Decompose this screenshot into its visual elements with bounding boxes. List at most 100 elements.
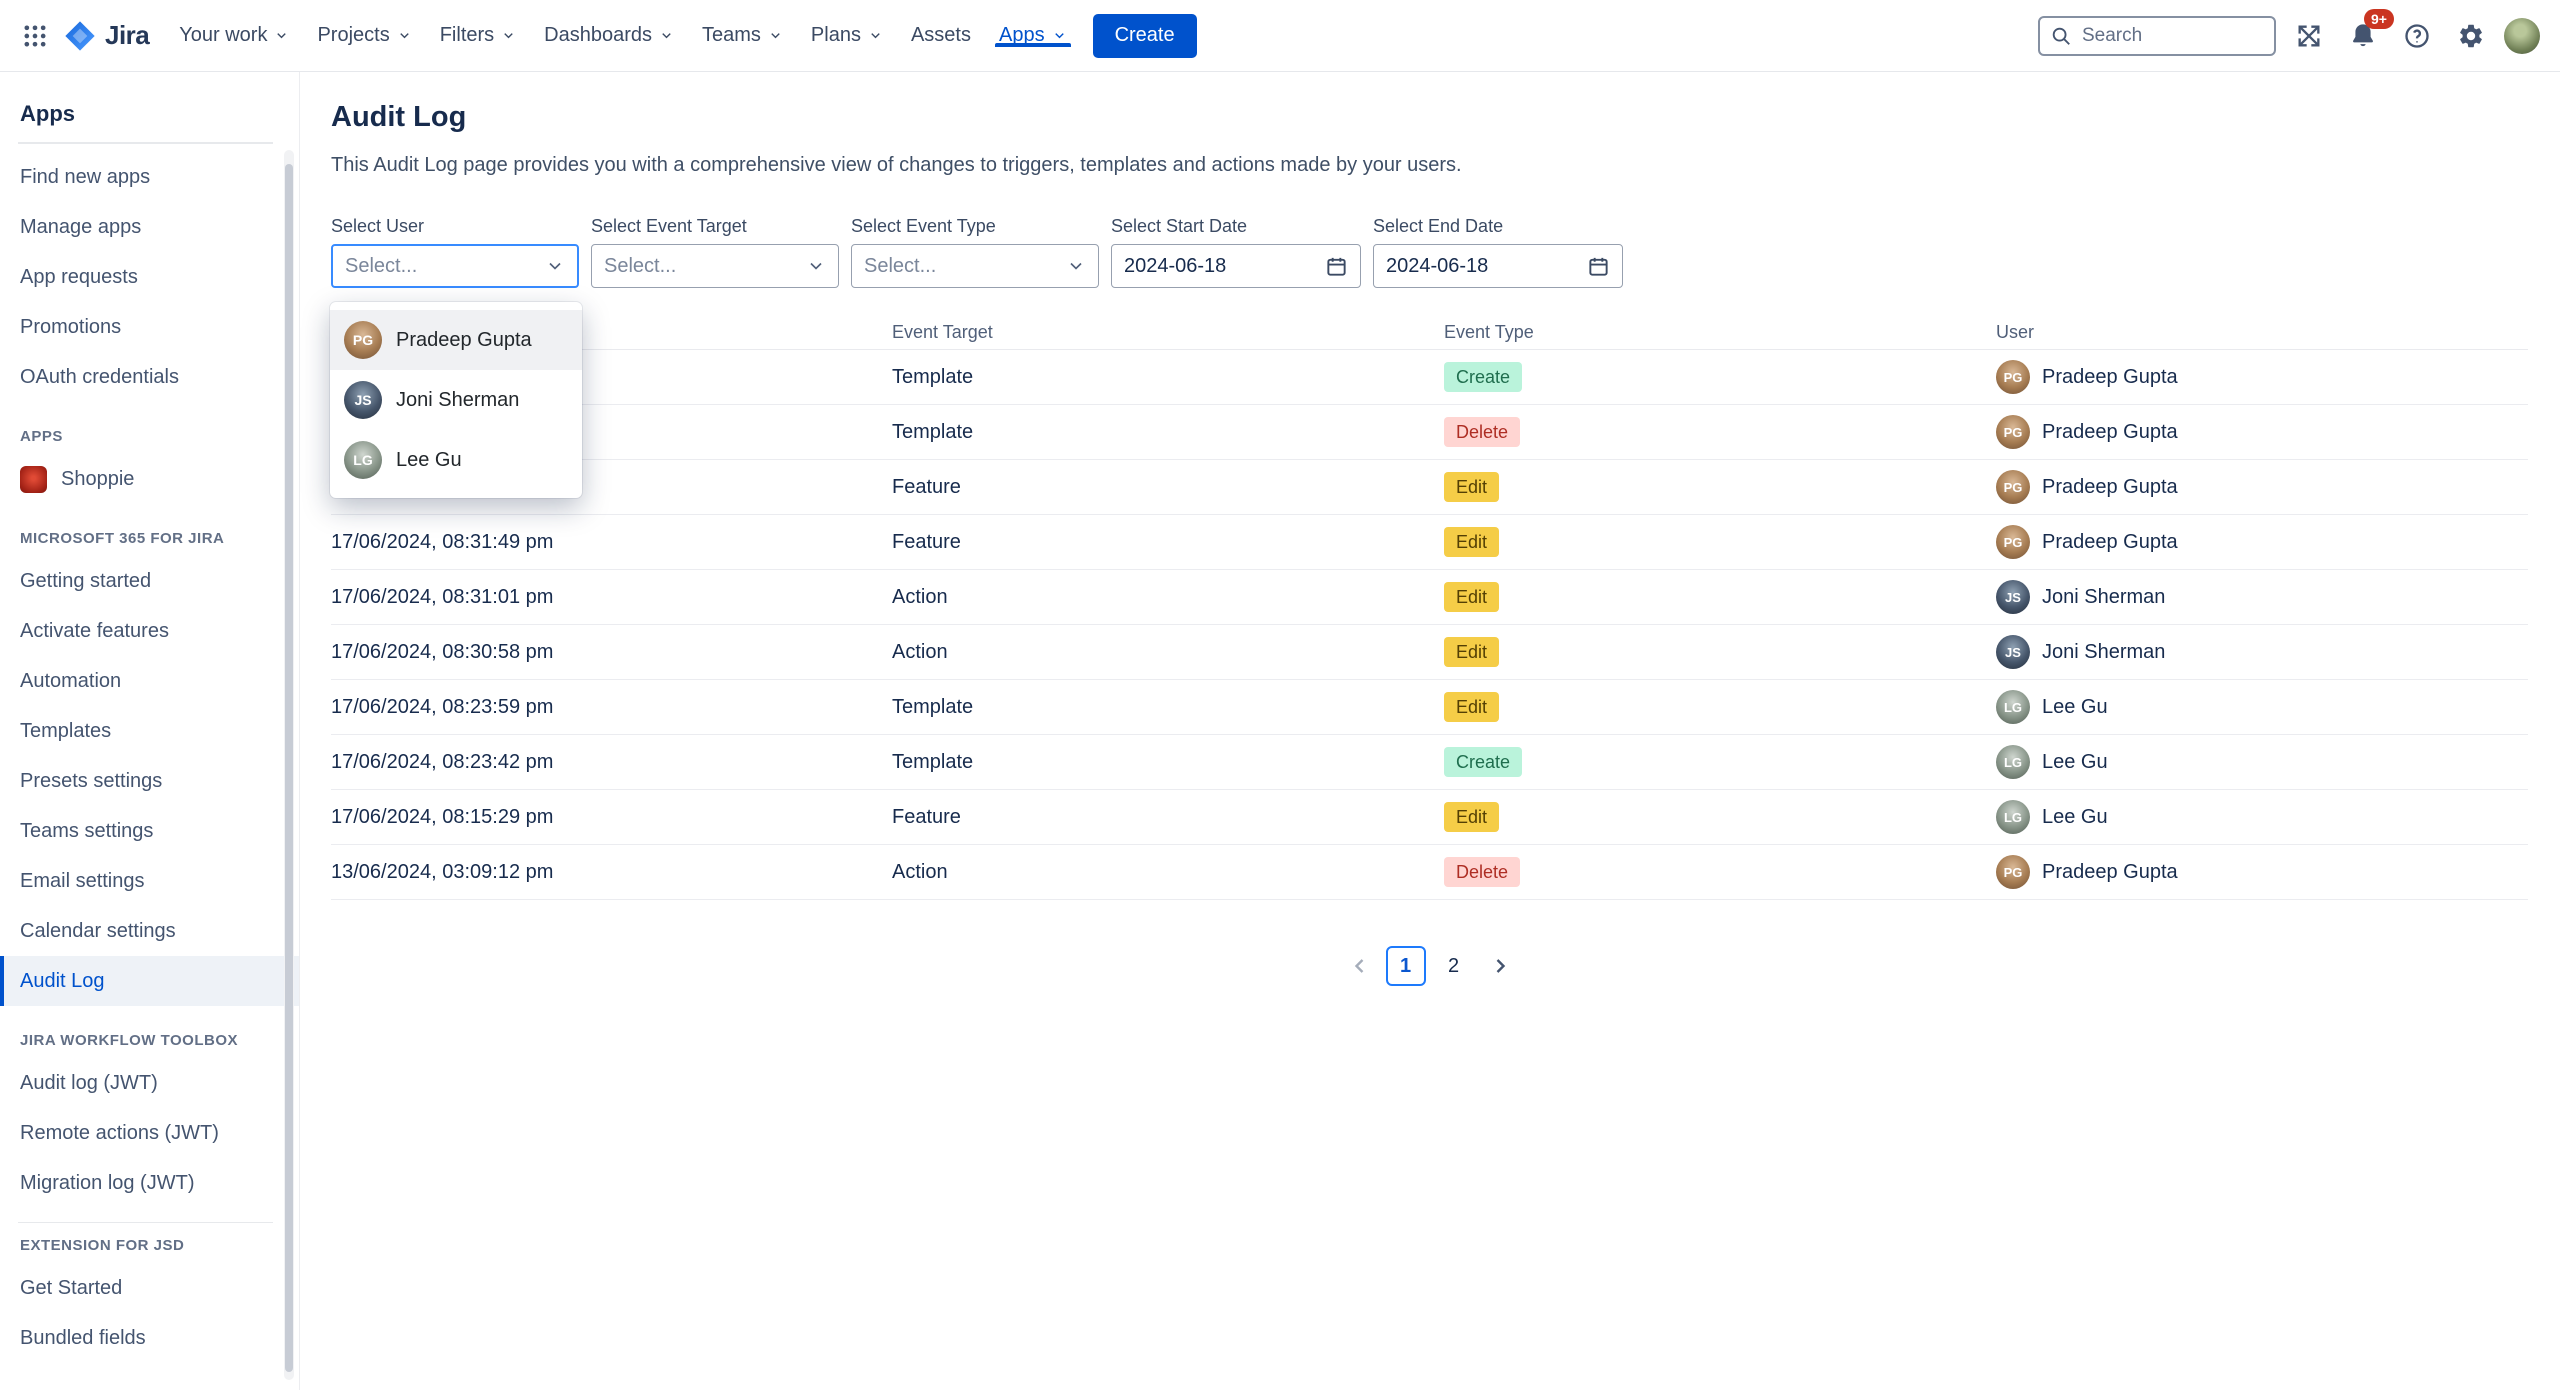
timestamp-cell: 17/06/2024, 08:31:01 pm bbox=[331, 586, 892, 609]
sidebar-item-label: Audit Log bbox=[20, 970, 105, 993]
nav-item-label: Projects bbox=[317, 24, 389, 47]
chevron-down-icon bbox=[1052, 28, 1067, 43]
user-avatar: JS bbox=[1996, 580, 2030, 614]
sidebar-item-label: Shoppie bbox=[61, 468, 134, 491]
user-name: Pradeep Gupta bbox=[2042, 531, 2178, 554]
notifications-button[interactable]: 9+ bbox=[2342, 15, 2384, 57]
select-event-target-dropdown[interactable]: Select... bbox=[591, 244, 839, 288]
user-name: Pradeep Gupta bbox=[2042, 366, 2178, 389]
end-date-input[interactable]: 2024-06-18 bbox=[1373, 244, 1623, 288]
select-user-dropdown[interactable]: Select... bbox=[331, 244, 579, 288]
sidebar-item-manage-apps[interactable]: Manage apps bbox=[0, 202, 299, 252]
dropdown-option-label: Joni Sherman bbox=[396, 389, 519, 412]
event-type-badge: Edit bbox=[1444, 472, 1499, 502]
dropdown-option-joni-sherman[interactable]: JS Joni Sherman bbox=[330, 370, 582, 430]
filter-select-user: Select User Select... bbox=[331, 216, 579, 288]
nav-item-filters[interactable]: Filters bbox=[426, 24, 530, 47]
page-button-1[interactable]: 1 bbox=[1386, 946, 1426, 986]
sidebar-item-teams-settings[interactable]: Teams settings bbox=[0, 806, 299, 856]
sidebar-item-getting-started[interactable]: Getting started bbox=[0, 556, 299, 606]
sidebar-item-remote-actions-jwt[interactable]: Remote actions (JWT) bbox=[0, 1108, 299, 1158]
app-switcher-button[interactable] bbox=[14, 15, 56, 57]
sidebar-item-presets-settings[interactable]: Presets settings bbox=[0, 756, 299, 806]
sidebar-item-label: Teams settings bbox=[20, 820, 153, 843]
user-avatar: PG bbox=[1996, 415, 2030, 449]
help-button[interactable] bbox=[2396, 15, 2438, 57]
chevron-down-icon bbox=[868, 28, 883, 43]
start-date-input[interactable]: 2024-06-18 bbox=[1111, 244, 1361, 288]
page-button-2[interactable]: 2 bbox=[1434, 946, 1474, 986]
sidebar-item-label: Migration log (JWT) bbox=[20, 1172, 194, 1195]
user-avatar: LG bbox=[344, 441, 382, 479]
sidebar-item-shoppie[interactable]: Shoppie bbox=[0, 454, 299, 504]
gear-icon bbox=[2457, 22, 2485, 50]
prev-page-button[interactable] bbox=[1342, 948, 1378, 984]
sidebar-item-oauth-credentials[interactable]: OAuth credentials bbox=[0, 352, 299, 402]
dropdown-option-pradeep-gupta[interactable]: PG Pradeep Gupta bbox=[330, 310, 582, 370]
nav-item-dashboards[interactable]: Dashboards bbox=[530, 24, 688, 47]
nav-item-projects[interactable]: Projects bbox=[303, 24, 425, 47]
user-avatar: LG bbox=[1996, 745, 2030, 779]
profile-avatar[interactable] bbox=[2504, 18, 2540, 54]
nav-item-teams[interactable]: Teams bbox=[688, 24, 797, 47]
select-event-type-dropdown[interactable]: Select... bbox=[851, 244, 1099, 288]
sidebar-item-bundled-fields[interactable]: Bundled fields bbox=[0, 1313, 299, 1363]
create-button[interactable]: Create bbox=[1093, 14, 1197, 58]
user-avatar: PG bbox=[344, 321, 382, 359]
column-header-event-target: Event Target bbox=[892, 322, 1444, 343]
nav-item-apps[interactable]: Apps bbox=[985, 24, 1081, 47]
user-name: Lee Gu bbox=[2042, 751, 2108, 774]
search-input[interactable] bbox=[2080, 24, 2264, 48]
sidebar-item-app-requests[interactable]: App requests bbox=[0, 252, 299, 302]
sidebar-item-audit-log-jwt[interactable]: Audit log (JWT) bbox=[0, 1058, 299, 1108]
shoppie-app-icon bbox=[20, 466, 47, 493]
sidebar-item-label: Getting started bbox=[20, 570, 151, 593]
sidebar-item-label: OAuth credentials bbox=[20, 366, 179, 389]
expand-button[interactable] bbox=[2288, 15, 2330, 57]
table-row: Template Create PGPradeep Gupta bbox=[331, 350, 2528, 405]
sidebar-heading-microsoft-365: MICROSOFT 365 FOR JIRA bbox=[0, 530, 299, 548]
main-content: Audit Log This Audit Log page provides y… bbox=[300, 72, 2560, 1390]
calendar-icon bbox=[1587, 255, 1610, 278]
sidebar-item-migration-log-jwt[interactable]: Migration log (JWT) bbox=[0, 1158, 299, 1208]
next-page-button[interactable] bbox=[1482, 948, 1518, 984]
sidebar-item-templates[interactable]: Templates bbox=[0, 706, 299, 756]
sidebar-item-calendar-settings[interactable]: Calendar settings bbox=[0, 906, 299, 956]
sidebar-item-get-started[interactable]: Get Started bbox=[0, 1263, 299, 1313]
primary-nav: Your work Projects Filters Dashboards Te… bbox=[165, 24, 1080, 47]
page-title: Audit Log bbox=[331, 98, 2560, 136]
sidebar-item-promotions[interactable]: Promotions bbox=[0, 302, 299, 352]
sidebar-item-email-settings[interactable]: Email settings bbox=[0, 856, 299, 906]
sidebar-item-audit-log[interactable]: Audit Log bbox=[0, 956, 299, 1006]
nav-item-plans[interactable]: Plans bbox=[797, 24, 897, 47]
dropdown-option-lee-gu[interactable]: LG Lee Gu bbox=[330, 430, 582, 490]
help-icon bbox=[2403, 22, 2431, 50]
event-target-cell: Template bbox=[892, 751, 1444, 774]
chevron-down-icon bbox=[545, 256, 565, 276]
search-icon bbox=[2050, 25, 2072, 47]
nav-item-label: Teams bbox=[702, 24, 761, 47]
sidebar-item-activate-features[interactable]: Activate features bbox=[0, 606, 299, 656]
sidebar-item-find-new-apps[interactable]: Find new apps bbox=[0, 152, 299, 202]
nav-item-label: Plans bbox=[811, 24, 861, 47]
sidebar-item-label: Manage apps bbox=[20, 216, 141, 239]
grid-icon bbox=[21, 22, 49, 50]
sidebar-item-automation[interactable]: Automation bbox=[0, 656, 299, 706]
nav-item-assets[interactable]: Assets bbox=[897, 24, 985, 47]
table-row: 17/06/2024, 08:31:49 pm Feature Edit PGP… bbox=[331, 515, 2528, 570]
sidebar-scrollbar[interactable] bbox=[284, 150, 294, 1380]
event-target-cell: Template bbox=[892, 366, 1444, 389]
scrollbar-thumb[interactable] bbox=[285, 164, 293, 1372]
nav-item-your-work[interactable]: Your work bbox=[165, 24, 303, 47]
filter-label-start-date: Select Start Date bbox=[1111, 216, 1361, 238]
column-header-user: User bbox=[1996, 322, 2528, 343]
settings-button[interactable] bbox=[2450, 15, 2492, 57]
sidebar-title: Apps bbox=[0, 102, 299, 126]
event-target-cell: Feature bbox=[892, 806, 1444, 829]
date-value: 2024-06-18 bbox=[1124, 255, 1226, 278]
jira-logo-icon bbox=[64, 20, 96, 52]
filter-label-user: Select User bbox=[331, 216, 579, 238]
jira-logo[interactable]: Jira bbox=[56, 20, 165, 52]
event-type-badge: Create bbox=[1444, 362, 1522, 392]
sidebar-item-label: Activate features bbox=[20, 620, 169, 643]
